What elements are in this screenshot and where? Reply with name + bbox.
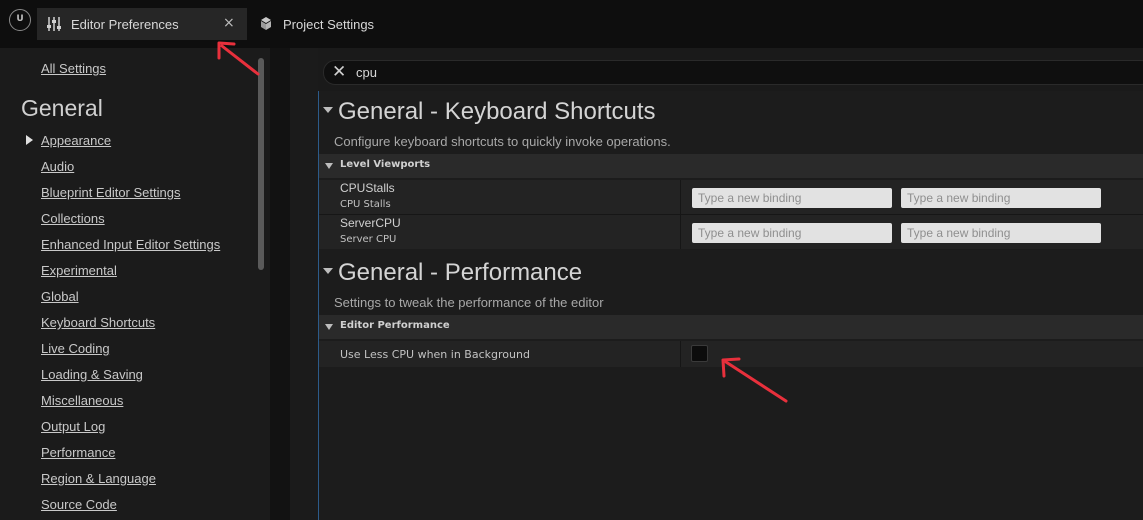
sidebar-item-miscellaneous[interactable]: Miscellaneous (41, 393, 123, 408)
annotation-arrow-icon (721, 357, 788, 403)
category-header[interactable]: Editor Performance (319, 315, 1143, 339)
property-name: Use Less CPU when in Background (340, 348, 530, 361)
sidebar-item-loading-saving[interactable]: Loading & Saving (41, 367, 143, 382)
category-header[interactable]: Level Viewports (319, 154, 1143, 178)
panel-divider (270, 48, 290, 520)
property-row: CPUStalls CPU Stalls (319, 180, 1143, 214)
property-name: CPUStalls (340, 181, 395, 195)
close-icon[interactable]: ✕ (332, 62, 346, 82)
column-splitter[interactable] (680, 180, 681, 249)
collapse-arrow-icon[interactable] (323, 107, 333, 113)
property-name: ServerCPU (340, 216, 401, 230)
collapse-arrow-icon[interactable] (323, 268, 333, 274)
tab-project-settings[interactable]: Project Settings (252, 8, 422, 40)
search-box[interactable]: ✕ (323, 60, 1143, 85)
binding-input[interactable] (692, 188, 892, 208)
cubes-icon (261, 17, 271, 30)
selected-arrow-icon (26, 135, 33, 145)
sidebar-item-experimental[interactable]: Experimental (41, 263, 117, 278)
binding-input[interactable] (901, 223, 1101, 243)
binding-input[interactable] (901, 188, 1101, 208)
annotation-arrow-icon (217, 41, 260, 76)
property-subtitle: CPU Stalls (340, 199, 391, 210)
search-input[interactable] (356, 63, 1056, 81)
category-label: Level Viewports (340, 159, 431, 170)
section-description: Configure keyboard shortcuts to quickly … (334, 134, 671, 149)
tab-label: Project Settings (283, 17, 375, 32)
unreal-logo-icon[interactable]: U (9, 9, 31, 31)
column-splitter[interactable] (680, 341, 681, 367)
sidebar-item-blueprint-editor-settings[interactable]: Blueprint Editor Settings (41, 185, 180, 200)
binding-input[interactable] (692, 223, 892, 243)
category-label: Editor Performance (340, 320, 450, 331)
sidebar-item-enhanced-input[interactable]: Enhanced Input Editor Settings (41, 237, 220, 252)
section-description: Settings to tweak the performance of the… (334, 295, 604, 310)
sidebar-item-performance[interactable]: Performance (41, 445, 115, 460)
tab-label: Editor Preferences (71, 17, 179, 32)
property-row: ServerCPU Server CPU (319, 215, 1143, 249)
sidebar-item-global[interactable]: Global (41, 289, 79, 304)
collapse-arrow-icon (325, 324, 333, 330)
section-title: General - Performance (338, 259, 583, 286)
sidebar-item-collections[interactable]: Collections (41, 211, 105, 226)
use-less-cpu-checkbox[interactable] (691, 345, 708, 362)
sliders-icon (47, 17, 61, 31)
sidebar-item-audio[interactable]: Audio (41, 159, 74, 174)
sidebar-item-source-code[interactable]: Source Code (41, 497, 117, 512)
sidebar-item-keyboard-shortcuts[interactable]: Keyboard Shortcuts (41, 315, 155, 330)
sidebar-scrollbar[interactable] (258, 58, 264, 270)
panel-gutter (290, 48, 318, 520)
category-heading: General (21, 95, 103, 121)
close-icon[interactable]: × (223, 15, 235, 31)
sidebar-item-live-coding[interactable]: Live Coding (41, 341, 110, 356)
sidebar-item-region-language[interactable]: Region & Language (41, 471, 156, 486)
sidebar-item-appearance[interactable]: Appearance (41, 133, 111, 148)
sidebar-item-output-log[interactable]: Output Log (41, 419, 105, 434)
section-title: General - Keyboard Shortcuts (338, 98, 656, 125)
all-settings-link[interactable]: All Settings (41, 61, 106, 76)
tab-bar: U Editor Preferences × Project Settings (0, 0, 1143, 48)
collapse-arrow-icon (325, 163, 333, 169)
property-subtitle: Server CPU (340, 234, 397, 245)
